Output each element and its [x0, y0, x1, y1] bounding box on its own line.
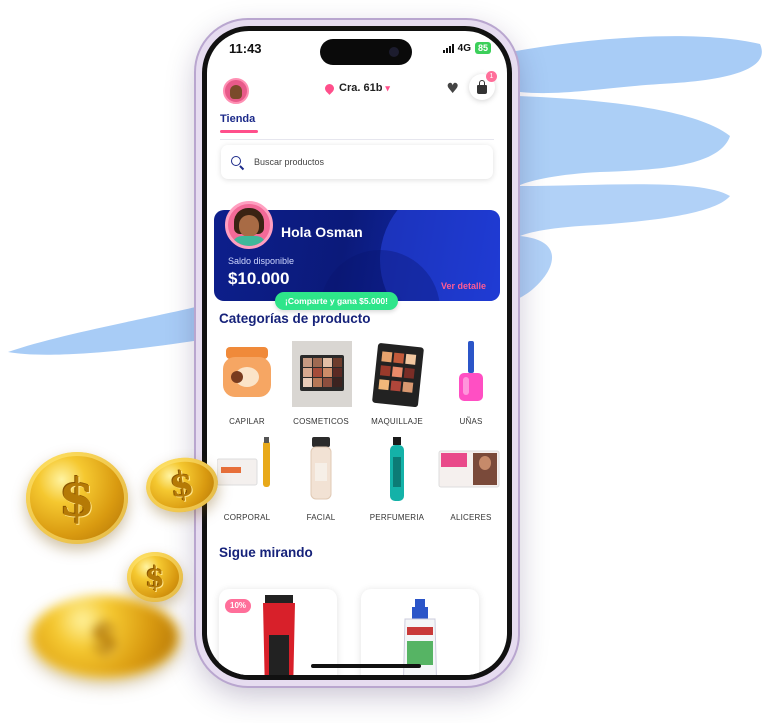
profile-avatar[interactable]: [223, 78, 249, 104]
nail-polish-icon: [459, 341, 483, 401]
location-pin-icon: [323, 81, 336, 95]
phone-frame: 11:43 4G 85 Cra. 61b ▾ ♥ 1 Tienda Buscar…: [196, 20, 518, 686]
category-label: ALICERES: [450, 513, 492, 522]
status-time: 11:43: [229, 41, 262, 56]
body-ampoule-icon: [217, 437, 270, 487]
discount-badge: 10%: [225, 599, 252, 613]
user-avatar: [225, 201, 273, 249]
favorites-heart-icon[interactable]: ♥: [446, 81, 459, 97]
view-detail-link[interactable]: Ver detalle: [441, 281, 486, 291]
category-perfumeria[interactable]: PERFUMERIA: [361, 437, 433, 529]
search-bar[interactable]: [221, 145, 493, 179]
category-cosmeticos[interactable]: COSMETICOS: [285, 341, 357, 433]
app-header: Cra. 61b ▾ ♥ 1: [207, 71, 507, 105]
category-label: COSMETICOS: [293, 417, 349, 426]
balance-label: Saldo disponible: [228, 256, 295, 266]
facial-bottle-icon: [310, 437, 332, 500]
greeting: Hola Osman: [281, 224, 363, 240]
share-and-earn-button[interactable]: ¡Comparte y gana $5.000!: [275, 292, 398, 310]
location-label: Cra. 61b: [339, 82, 383, 94]
categories-title: Categorías de producto: [219, 311, 371, 326]
coin-icon: $: [26, 452, 128, 544]
tab-tienda[interactable]: Tienda: [220, 109, 258, 133]
signal-icon: [442, 43, 454, 53]
category-corporal[interactable]: CORPORAL: [211, 437, 283, 529]
product-carousel: 10%: [219, 589, 507, 675]
network-label: 4G: [457, 42, 471, 54]
category-facial[interactable]: FACIAL: [285, 437, 357, 529]
category-aliceres[interactable]: ALICERES: [435, 437, 507, 529]
app-screen: 11:43 4G 85 Cra. 61b ▾ ♥ 1 Tienda Buscar…: [207, 31, 507, 675]
perfume-bottle-icon: [390, 437, 404, 501]
product-tube-icon: [263, 595, 295, 675]
category-label: PERFUMERIA: [369, 513, 425, 522]
location-selector[interactable]: Cra. 61b ▾: [323, 81, 390, 95]
cart-button[interactable]: 1: [469, 71, 497, 100]
balance-value: $10.000: [228, 269, 290, 288]
search-input[interactable]: [252, 156, 456, 168]
category-capilar[interactable]: CAPILAR: [211, 341, 283, 433]
category-label: CORPORAL: [223, 513, 271, 522]
shopping-bag-icon: [477, 79, 487, 94]
battery-icon: 85: [474, 42, 491, 54]
coin-icon: $: [30, 595, 180, 679]
search-icon: [231, 155, 244, 169]
active-tab-indicator: [220, 130, 258, 133]
product-card[interactable]: [361, 589, 479, 675]
category-label: MAQUILLAJE: [371, 417, 423, 426]
home-indicator: [311, 664, 421, 668]
category-label: FACIAL: [306, 513, 336, 522]
tab-bar: Tienda: [220, 109, 494, 140]
keep-watching-title: Sigue mirando: [219, 545, 313, 560]
eyeshadow-palette-icon: [292, 341, 352, 407]
coin-icon: $: [127, 552, 183, 602]
makeup-palette-icon: [372, 343, 424, 407]
category-unas[interactable]: UÑAS: [435, 341, 507, 433]
hair-cream-jar-icon: [223, 347, 271, 397]
category-maquillaje[interactable]: MAQUILLAJE: [361, 341, 433, 433]
product-card[interactable]: 10%: [219, 589, 337, 675]
cart-count-badge: 1: [486, 71, 497, 82]
tab-label: Tienda: [220, 113, 256, 125]
category-label: UÑAS: [459, 417, 483, 426]
chevron-down-icon: ▾: [385, 82, 390, 93]
category-label: CAPILAR: [229, 417, 265, 426]
status-bar: 11:43 4G 85: [207, 40, 507, 60]
status-indicators: 4G 85: [442, 42, 491, 54]
hair-relaxer-box-icon: [438, 450, 500, 488]
